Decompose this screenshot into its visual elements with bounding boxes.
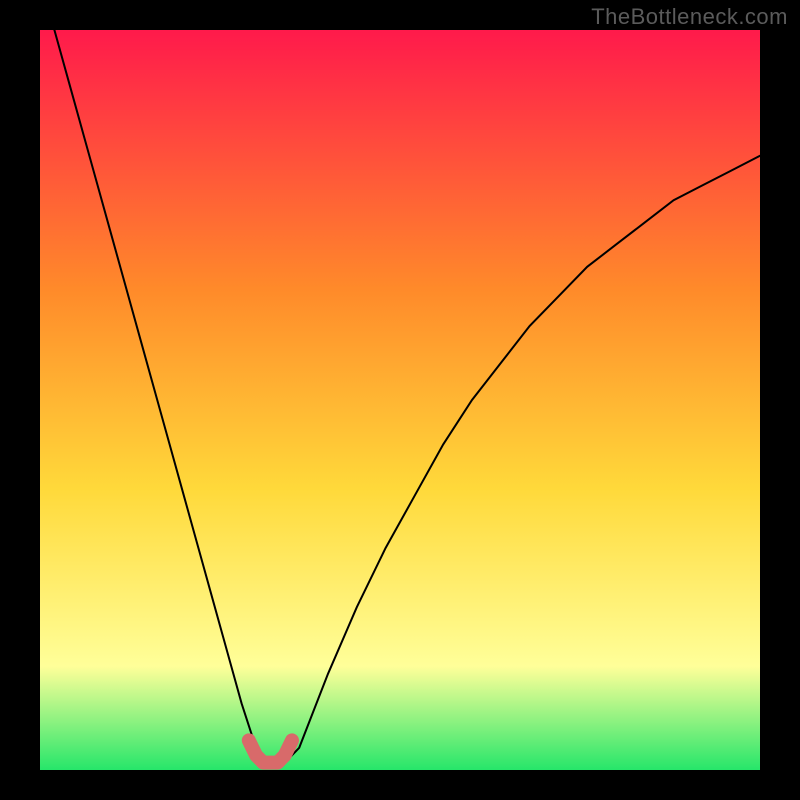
- gradient-background: [40, 30, 760, 770]
- bottleneck-plot: [40, 30, 760, 770]
- watermark-text: TheBottleneck.com: [591, 4, 788, 30]
- chart-frame: TheBottleneck.com: [0, 0, 800, 800]
